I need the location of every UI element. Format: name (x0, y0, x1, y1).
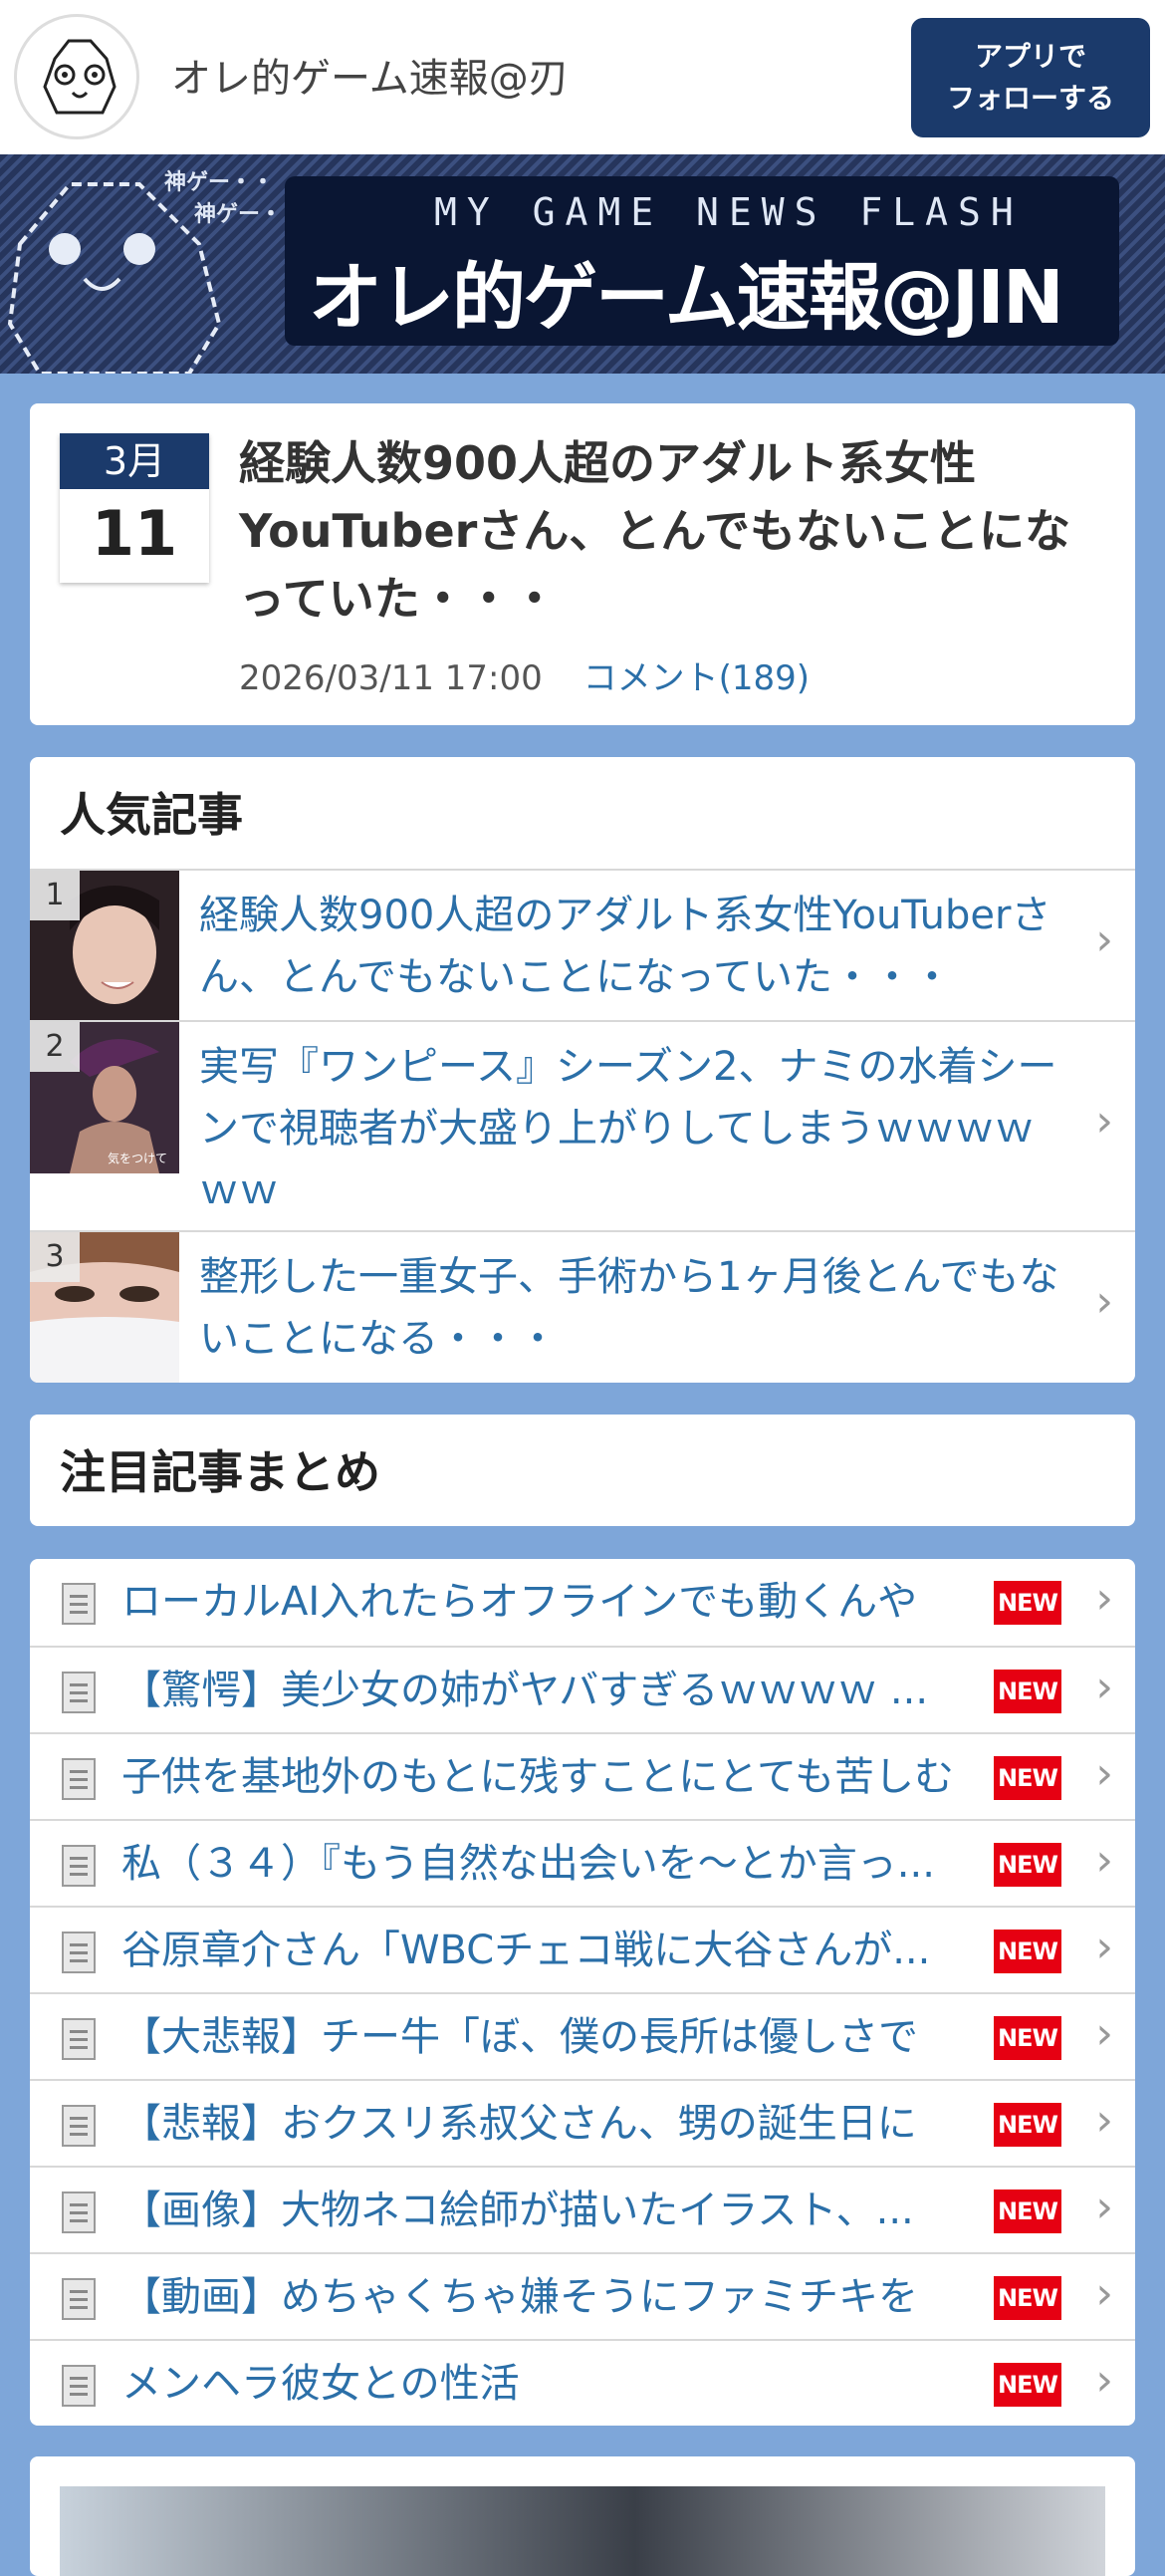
document-icon (62, 2278, 96, 2320)
pickup-list-item[interactable]: 谷原章介さん「WBCチェコ戦に大谷さんが... NEW › (30, 1906, 1135, 1992)
chevron-right-icon: › (1095, 2355, 1113, 2406)
rank-number: 1 (30, 871, 80, 920)
featured-article-card[interactable]: 3月 11 経験人数900人超のアダルト系女性YouTuberさん、とんでもない… (30, 403, 1135, 725)
pickup-item-title[interactable]: メンヘラ彼女との性活 (121, 2355, 978, 2413)
document-icon (62, 2191, 96, 2233)
chevron-right-icon: › (1095, 2182, 1113, 2232)
rank-number: 2 (30, 1022, 80, 1072)
pickup-articles-list: ローカルAI入れたらオフラインでも動くんや NEW › 【驚愕】美少女の姉がヤバすぎる… (30, 1559, 1135, 2426)
date-badge: 3月 11 (60, 433, 209, 583)
pickup-heading-card: 注目記事まとめ (30, 1415, 1135, 1526)
new-badge: NEW (994, 1756, 1061, 1800)
featured-article-meta: 2026/03/11 17:00 コメント(189) (239, 650, 810, 699)
chevron-right-icon: › (1095, 914, 1113, 965)
document-icon (62, 2018, 96, 2060)
site-banner[interactable]: 神ゲー・・ 神ゲー・・ MY GAME NEWS FLASH オレ的ゲーム速報@… (0, 154, 1165, 374)
next-article-card[interactable] (30, 2456, 1135, 2576)
chevron-right-icon: › (1095, 1573, 1113, 1624)
pickup-item-title[interactable]: 【悲報】おクスリ系叔父さん、甥の誕生日に (121, 2095, 978, 2153)
article-datetime: 2026/03/11 17:00 (239, 658, 543, 698)
chevron-right-icon: › (1095, 1835, 1113, 1886)
rank-number: 3 (30, 1232, 80, 1282)
popular-articles-section: 人気記事 1 経験人数900人超のアダルト系女性YouTuberさん、とんでもな… (30, 757, 1135, 1383)
pickup-list-item[interactable]: 【動画】めちゃくちゃ嫌そうにファミチキを NEW › (30, 2252, 1135, 2339)
document-icon (62, 1672, 96, 1713)
pickup-item-title[interactable]: 【画像】大物ネコ絵師が描いたイラスト、... (121, 2182, 978, 2239)
popular-item-1[interactable]: 1 経験人数900人超のアダルト系女性YouTuberさん、とんでもないことにな… (30, 869, 1135, 1020)
popular-item-title[interactable]: 実写『ワンピース』シーズン2、ナミの水着シーンで視聴者が大盛り上がりしてしまうｗ… (199, 1036, 1065, 1221)
pickup-item-title[interactable]: 私（３４）『もう自然な出会いを～とか言っ... (121, 1835, 978, 1893)
pickup-list-item[interactable]: 私（３４）『もう自然な出会いを～とか言っ... NEW › (30, 1819, 1135, 1906)
banner-caption-1: 神ゲー・・ (164, 170, 275, 195)
banner-title-box: MY GAME NEWS FLASH オレ的ゲーム速報@JIN (285, 176, 1119, 346)
comments-link[interactable]: コメント(189) (583, 658, 810, 698)
popular-heading: 人気記事 (60, 788, 243, 842)
chevron-right-icon: › (1095, 2008, 1113, 2059)
document-icon (62, 2105, 96, 2147)
pickup-list-item[interactable]: 子供を基地外のもとに残すことにとても苦しむ NEW › (30, 1732, 1135, 1819)
pickup-item-title[interactable]: 【驚愕】美少女の姉がヤバすぎるｗｗｗｗ ... (121, 1662, 978, 1719)
pickup-item-title[interactable]: 子供を基地外のもとに残すことにとても苦しむ (121, 1748, 978, 1806)
pickup-heading: 注目記事まとめ (60, 1445, 380, 1499)
site-name[interactable]: オレ的ゲーム速報@刃 (171, 46, 569, 104)
pickup-item-title[interactable]: 【大悲報】チー牛「ぼ、僕の長所は優しさで (121, 2008, 978, 2066)
document-icon (62, 1583, 96, 1625)
pickup-item-title[interactable]: ローカルAI入れたらオフラインでも動くんや (121, 1573, 978, 1631)
banner-subtitle: MY GAME NEWS FLASH (434, 190, 1024, 234)
document-icon (62, 1758, 96, 1800)
site-avatar[interactable] (14, 14, 139, 139)
featured-article-title[interactable]: 経験人数900人超のアダルト系女性YouTuberさん、とんでもないことになって… (239, 429, 1105, 633)
date-month: 3月 (60, 433, 209, 489)
article-thumbnail: 1 (30, 871, 179, 1020)
new-badge: NEW (994, 2016, 1061, 2060)
new-badge: NEW (994, 2103, 1061, 2147)
pickup-list-item[interactable]: 【大悲報】チー牛「ぼ、僕の長所は優しさで NEW › (30, 1992, 1135, 2079)
popular-item-3[interactable]: 3 整形した一重女子、手術から1ヶ月後とんでもないことになる・・・ › (30, 1230, 1135, 1383)
thumbnail-caption: 気をつけて (108, 1152, 168, 1165)
new-badge: NEW (994, 1930, 1061, 1973)
chevron-right-icon: › (1095, 2095, 1113, 2146)
new-badge: NEW (994, 2276, 1061, 2320)
pickup-list-item[interactable]: ローカルAI入れたらオフラインでも動くんや NEW › (30, 1559, 1135, 1646)
new-badge: NEW (994, 1670, 1061, 1713)
popular-item-2[interactable]: 2 気をつけて 実写『ワンピース』シーズン2、ナミの水着シーンで視聴者が大盛り上… (30, 1020, 1135, 1230)
popular-item-title[interactable]: 経験人数900人超のアダルト系女性YouTuberさん、とんでもないことになって… (199, 885, 1065, 1008)
chevron-right-icon: › (1095, 1276, 1113, 1327)
banner-title: オレ的ゲーム速報@JIN (309, 255, 1064, 341)
site-header: オレ的ゲーム速報@刃 アプリで フォローする (0, 0, 1165, 154)
follow-app-button[interactable]: アプリで フォローする (911, 18, 1150, 137)
article-thumbnail: 2 気をつけて (30, 1022, 179, 1173)
document-icon (62, 1932, 96, 1973)
article-thumbnail: 3 (30, 1232, 179, 1383)
chevron-right-icon: › (1095, 1662, 1113, 1712)
pickup-list-item[interactable]: 【悲報】おクスリ系叔父さん、甥の誕生日に NEW › (30, 2079, 1135, 2166)
document-icon (62, 1845, 96, 1887)
pickup-item-title[interactable]: 【動画】めちゃくちゃ嫌そうにファミチキを (121, 2268, 978, 2326)
new-badge: NEW (994, 2363, 1061, 2407)
date-day: 11 (91, 497, 178, 570)
new-badge: NEW (994, 2190, 1061, 2233)
chevron-right-icon: › (1095, 1748, 1113, 1799)
pickup-list-item[interactable]: メンヘラ彼女との性活 NEW › (30, 2339, 1135, 2426)
pickup-list-item[interactable]: 【画像】大物ネコ絵師が描いたイラスト、... NEW › (30, 2166, 1135, 2252)
pickup-item-title[interactable]: 谷原章介さん「WBCチェコ戦に大谷さんが... (121, 1922, 978, 1979)
pickup-list-item[interactable]: 【驚愕】美少女の姉がヤバすぎるｗｗｗｗ ... NEW › (30, 1646, 1135, 1732)
new-badge: NEW (994, 1581, 1061, 1625)
chevron-right-icon: › (1095, 1922, 1113, 1972)
new-badge: NEW (994, 1843, 1061, 1887)
document-icon (62, 2365, 96, 2407)
article-image (60, 2486, 1105, 2576)
chevron-right-icon: › (1095, 2268, 1113, 2319)
popular-item-title[interactable]: 整形した一重女子、手術から1ヶ月後とんでもないことになる・・・ (199, 1246, 1065, 1370)
chevron-right-icon: › (1095, 1096, 1113, 1147)
